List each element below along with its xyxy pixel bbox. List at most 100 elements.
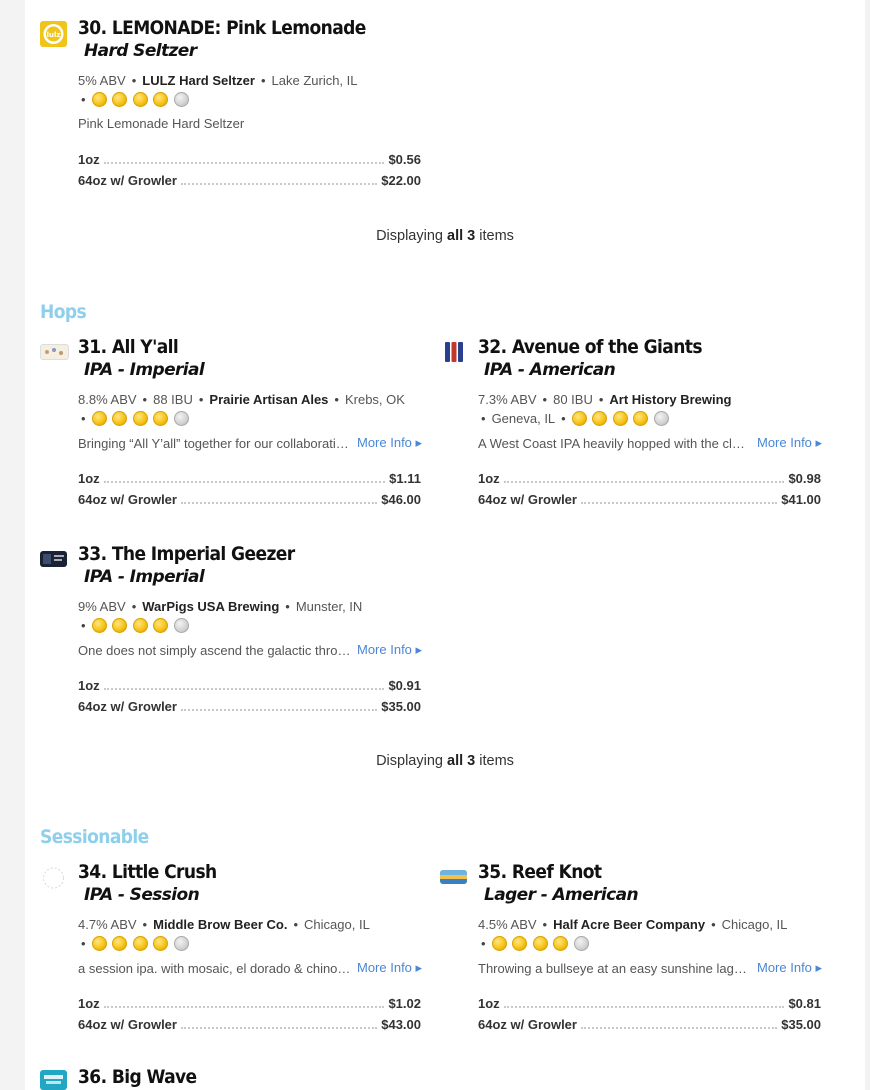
beer-meta: 5% ABV • LULZ Hard Seltzer • Lake Zurich, IL…	[78, 73, 358, 107]
beer-logo[interactable]	[40, 1070, 67, 1090]
price-list: 1oz $1.11 64oz w/ Growler $46.00	[78, 471, 421, 513]
rating-coin-full-icon	[91, 618, 107, 633]
more-info-link[interactable]: More Info ▸	[357, 642, 422, 657]
price: $0.91	[388, 678, 421, 693]
rating-coin-full-icon	[571, 411, 587, 426]
price: $22.00	[381, 173, 421, 188]
beer-meta: 9% ABV • WarPigs USA Brewing • Munster, IN •	[78, 599, 363, 633]
rating-coin-full-icon	[532, 936, 548, 951]
price: $35.00	[781, 1017, 821, 1032]
price-row: 64oz w/ Growler $46.00	[78, 492, 421, 513]
more-info-link[interactable]: More Info ▸	[757, 435, 822, 450]
beer-meta: 8.8% ABV • 88 IBU • Prairie Artisan Ales • Kre…	[78, 392, 405, 426]
dotted-leader	[180, 502, 378, 504]
beer-logo[interactable]	[440, 870, 467, 884]
abv: 4.5% ABV	[478, 917, 537, 932]
brewery-link[interactable]: Middle Brow Beer Co.	[153, 917, 287, 932]
price-list: 1oz $0.56 64oz w/ Growler $22.00	[78, 152, 421, 194]
price-row: 1oz $0.98	[478, 471, 821, 492]
beer-title[interactable]: 36. Big Wave	[78, 1066, 197, 1088]
beer-style: IPA - Session	[84, 885, 200, 905]
rating	[91, 92, 195, 107]
dotted-leader	[503, 1006, 785, 1008]
beer-style: Lager - American	[484, 885, 639, 905]
beer-description: Throwing a bullseye at an easy sunshine …	[478, 960, 823, 976]
items-count-footer: Displaying all 3 items	[376, 228, 514, 244]
beer-style: IPA - American	[484, 360, 616, 380]
beer-title[interactable]: 32. Avenue of the Giants	[478, 336, 703, 358]
rating-coin-full-icon	[153, 618, 169, 633]
more-info-link[interactable]: More Info ▸	[757, 960, 822, 975]
beer-logo[interactable]: lulz	[40, 21, 67, 47]
more-info-link[interactable]: More Info ▸	[357, 960, 422, 975]
price: $0.81	[788, 996, 821, 1011]
brewery-link[interactable]: Prairie Artisan Ales	[209, 392, 328, 407]
brewery-link[interactable]: WarPigs USA Brewing	[142, 599, 279, 614]
beer-title[interactable]: 35. Reef Knot	[478, 861, 602, 883]
brewery-location: Munster, IN	[295, 599, 363, 614]
rating-coin-full-icon	[612, 411, 628, 426]
beer-style: IPA - Imperial	[84, 360, 205, 380]
rating-coin-full-icon	[553, 936, 569, 951]
dotted-leader	[180, 709, 378, 711]
beer-title[interactable]: 34. Little Crush	[78, 861, 217, 883]
serving-size: 64oz w/ Growler	[478, 492, 577, 507]
rating-coin-full-icon	[91, 92, 107, 107]
abv: 7.3% ABV	[478, 392, 537, 407]
beer-title[interactable]: 31. All Y'all	[78, 336, 179, 358]
brewery-link[interactable]: Art History Brewing	[609, 392, 731, 407]
price-row: 1oz $0.56	[78, 152, 421, 173]
rating-coin-full-icon	[132, 92, 148, 107]
dotted-leader	[503, 481, 785, 483]
rating-coin-full-icon	[153, 411, 169, 426]
menu-panel: lulz 30. LEMONADE: Pink Lemonade Hard Se…	[25, 0, 865, 1090]
beer-logo[interactable]	[444, 340, 464, 364]
rating	[91, 411, 195, 426]
beer-description: One does not simply ascend the galactic …	[78, 642, 423, 658]
dotted-leader	[103, 481, 386, 483]
abv: 8.8% ABV	[78, 392, 137, 407]
brewery-location: Krebs, OK	[344, 392, 405, 407]
rating	[571, 411, 675, 426]
rating-coin-full-icon	[153, 92, 169, 107]
price: $35.00	[381, 699, 421, 714]
price-row: 64oz w/ Growler $22.00	[78, 173, 421, 194]
beer-title[interactable]: 30. LEMONADE: Pink Lemonade	[78, 17, 366, 39]
beer-logo[interactable]	[40, 865, 67, 891]
price-list: 1oz $0.98 64oz w/ Growler $41.00	[478, 471, 821, 513]
brewery-location: Chicago, IL	[721, 917, 788, 932]
beer-meta: 4.5% ABV • Half Acre Beer Company • Chicago,…	[478, 917, 788, 951]
rating-coin-full-icon	[491, 936, 507, 951]
serving-size: 1oz	[78, 471, 100, 486]
rating	[491, 936, 595, 951]
brewery-link[interactable]: LULZ Hard Seltzer	[142, 73, 255, 88]
beer-meta: 4.7% ABV • Middle Brow Beer Co. • Chicago, I…	[78, 917, 370, 951]
beer-title[interactable]: 33. The Imperial Geezer	[78, 543, 295, 565]
rating-coin-empty-icon	[173, 618, 189, 633]
price: $43.00	[381, 1017, 421, 1032]
beer-logo[interactable]	[40, 551, 67, 567]
rating-coin-full-icon	[132, 411, 148, 426]
dotted-leader	[580, 1027, 778, 1029]
ibu: 88 IBU	[153, 392, 193, 407]
price-row: 64oz w/ Growler $35.00	[78, 699, 421, 720]
rating-coin-full-icon	[132, 618, 148, 633]
brewery-location: Geneva, IL	[491, 411, 556, 426]
price: $46.00	[381, 492, 421, 507]
rating-coin-full-icon	[112, 411, 128, 426]
rating-coin-full-icon	[91, 936, 107, 951]
price-row: 64oz w/ Growler $43.00	[78, 1017, 421, 1038]
beer-description: Pink Lemonade Hard Seltzer	[78, 116, 245, 131]
price: $1.02	[388, 996, 421, 1011]
more-info-link[interactable]: More Info ▸	[357, 435, 422, 450]
price: $1.11	[389, 471, 421, 486]
price-row: 1oz $0.91	[78, 678, 421, 699]
beer-style: IPA - Imperial	[84, 567, 205, 587]
serving-size: 1oz	[78, 152, 100, 167]
brewery-link[interactable]: Half Acre Beer Company	[553, 917, 705, 932]
items-count-footer: Displaying all 3 items	[376, 753, 514, 769]
price-list: 1oz $1.02 64oz w/ Growler $43.00	[78, 996, 421, 1038]
dotted-leader	[180, 183, 378, 185]
beer-logo[interactable]	[40, 344, 69, 360]
beer-style: Hard Seltzer	[84, 41, 197, 61]
